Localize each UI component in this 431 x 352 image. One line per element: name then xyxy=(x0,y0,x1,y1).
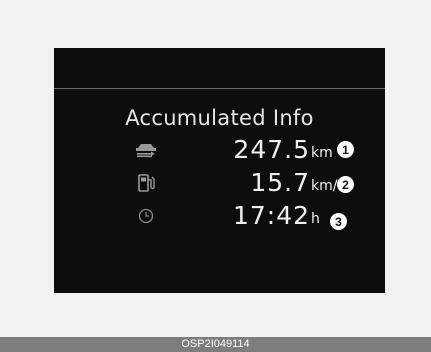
distance-unit: km xyxy=(311,145,333,161)
divider-line xyxy=(54,88,385,89)
marker-1: 1 xyxy=(337,141,354,158)
driving-time-unit: h xyxy=(311,211,320,227)
car-distance-icon xyxy=(134,141,158,159)
display-title: Accumulated Info xyxy=(125,106,314,130)
driving-time-value: 17:42 xyxy=(232,201,310,230)
fuel-pump-icon xyxy=(134,174,158,192)
fuel-economy-row: 15.7 km/L 2 xyxy=(54,168,385,198)
image-code: OSP2I049114 xyxy=(181,338,250,350)
clock-icon xyxy=(134,207,158,225)
cluster-display: Accumulated Info 247.5 km 1 15.7 km/L 2 xyxy=(54,48,385,293)
distance-value: 247.5 xyxy=(233,135,310,164)
distance-row: 247.5 km 1 xyxy=(54,135,385,165)
marker-2: 2 xyxy=(337,176,354,193)
driving-time-row: 17:42 h 3 xyxy=(54,201,385,231)
marker-3: 3 xyxy=(330,213,347,230)
fuel-economy-value: 15.7 xyxy=(250,168,310,197)
caption-bar: OSP2I049114 xyxy=(0,337,431,352)
